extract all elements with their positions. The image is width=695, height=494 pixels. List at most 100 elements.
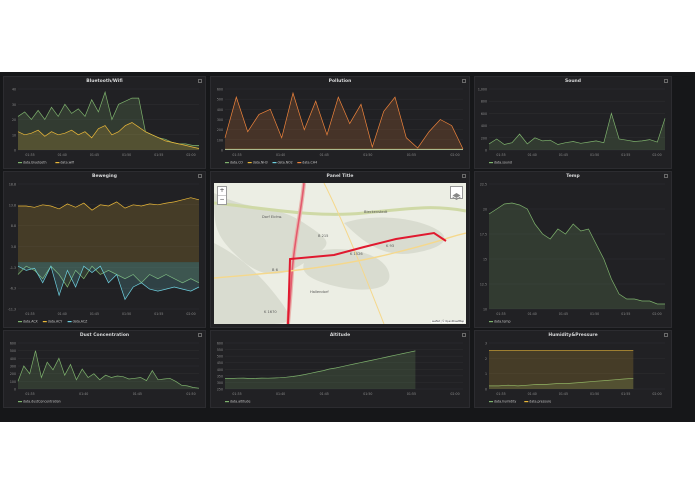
y-tick-label: 17.5 (480, 233, 487, 237)
legend-label: data.NO2 (278, 161, 293, 165)
y-tick-label: 2 (485, 357, 487, 361)
legend-label: data.dustConcentration (23, 400, 61, 404)
x-tick-label: 01:40 (276, 392, 285, 396)
map-place-label: Bleckenstedt (364, 210, 388, 214)
legend-swatch (18, 162, 22, 164)
y-tick-label: 500 (10, 349, 16, 353)
panel-menu-icon[interactable] (462, 174, 466, 178)
y-tick-label: 1 (485, 372, 487, 376)
x-tick-label: 01:50 (590, 392, 599, 396)
x-tick-label: 01:50 (186, 392, 195, 396)
x-tick-label: 01:55 (621, 392, 630, 396)
legend-swatch (247, 162, 252, 164)
x-tick-label: 01:50 (363, 392, 372, 396)
x-tick-label: 01:35 (232, 153, 241, 157)
y-tick-label: 3 (485, 342, 487, 346)
panel-pollution[interactable]: Pollution 600 500 400 300 200 100 0 01:35 01:40 0… (210, 76, 470, 169)
x-tick-label: 01:40 (528, 312, 537, 316)
map-view[interactable]: Dorf Eichw. B 215 K 1526 Bleckenstedt B 6 K 9… (214, 183, 466, 324)
x-tick-label: 01:55 (407, 153, 416, 157)
x-tick-label: 01:45 (559, 153, 568, 157)
y-tick-label: 100 (217, 138, 223, 142)
x-tick-label: 01:35 (496, 312, 505, 316)
chart-humidity-pressure: 3 2 1 0 01:35 01:40 01:45 01:50 01:55 02:00 data.h… (485, 342, 665, 404)
zoom-out-button[interactable]: − (218, 196, 226, 204)
y-tick-label: 10 (483, 308, 487, 312)
x-tick-label: 02:00 (186, 153, 195, 157)
y-tick-label: 13.8 (9, 203, 16, 207)
legend-label: data.sound (494, 161, 512, 165)
y-tick-label: 15 (483, 258, 487, 262)
y-tick-label: 22.5 (480, 183, 487, 187)
x-tick-label: 01:50 (590, 153, 599, 157)
series-area (489, 203, 665, 309)
x-tick-label: 02:00 (450, 153, 459, 157)
x-tick-label: 01:45 (133, 392, 142, 396)
map-canvas[interactable]: Dorf Eichw. B 215 K 1526 Bleckenstedt B 6 K 9… (214, 183, 466, 324)
x-tick-label: 01:55 (621, 312, 630, 316)
legend-swatch (42, 321, 47, 323)
legend-label: data.CO (230, 161, 243, 165)
x-tick-label: 01:45 (559, 312, 568, 316)
y-tick-label: 600 (217, 88, 223, 92)
zoom-in-button[interactable]: + (218, 187, 226, 196)
map-attribution[interactable]: Leaflet | © OpenStreetMap (430, 320, 465, 323)
y-tick-label: 450 (217, 361, 223, 365)
x-tick-label: 01:45 (320, 392, 329, 396)
x-tick-label: 01:55 (407, 392, 416, 396)
legend-swatch (18, 321, 22, 323)
panel-sound[interactable]: Sound 1,000 800 600 400 200 0 01:35 01:40 01:45 0… (474, 76, 672, 169)
panel-bluetooth-wifi[interactable]: Bluetooth/Wifi 40 30 20 10 0 01:35 01:40 01:45 0… (3, 76, 206, 169)
panel-humidity-pressure[interactable]: Humidity&Pressure 3 2 1 0 01:35 01:40 01:45 01:… (474, 330, 672, 408)
chart-bluetooth-wifi: 40 30 20 10 0 01:35 01:40 01:45 01:50 01:55 02:00 d… (12, 88, 200, 165)
x-tick-label: 02:00 (450, 392, 459, 396)
series-area (489, 350, 634, 389)
chart-altitude: 600 550 500 450 400 350 300 250 01:35 01:40 01:45 0… (217, 342, 463, 404)
layers-icon[interactable] (450, 186, 463, 200)
y-tick-label: 600 (10, 342, 16, 346)
panel-temp[interactable]: Temp 22.5 20 17.5 15 12.5 10 01:35 01:40 01:45 01… (474, 171, 672, 328)
y-tick-label: 400 (217, 368, 223, 372)
y-tick-label: 300 (217, 381, 223, 385)
y-tick-label: 500 (217, 355, 223, 359)
y-tick-label: -6.3 (10, 287, 16, 291)
panel-altitude[interactable]: Altitude 600 550 500 450 400 350 300 250 01:35 01… (210, 330, 470, 408)
chart-beweging: 18.8 13.8 8.8 3.8 -1.3 -6.3 -11.3 01:35 01:40 01:… (8, 183, 200, 324)
legend-swatch (225, 401, 229, 403)
y-tick-label: 0 (14, 388, 16, 392)
x-tick-label: 01:35 (496, 153, 505, 157)
map-place-label: Dorf Eichw. (262, 215, 282, 219)
x-tick-label: 02:00 (652, 392, 661, 396)
x-tick-label: 01:40 (276, 153, 285, 157)
x-tick-label: 01:55 (154, 312, 163, 316)
y-tick-label: 400 (10, 357, 16, 361)
y-tick-label: 0 (14, 149, 16, 153)
panel-title: Panel Title (326, 174, 354, 179)
panel-map[interactable]: Panel Title Dorf Eichw. B 215 K 1526 Blecke… (210, 171, 470, 328)
y-tick-label: 10 (12, 133, 16, 137)
panel-beweging[interactable]: Beweging 18.8 13.8 8.8 3.8 -1.3 -6.3 -11.3 01:3… (3, 171, 206, 328)
legend-label: data.ACZ (73, 320, 89, 324)
series-area (18, 350, 199, 389)
panel-dust-concentration[interactable]: Dust Concentration 600 500 400 300 200 100 0 01… (3, 330, 206, 408)
legend-swatch (272, 162, 277, 164)
y-tick-label: 40 (12, 88, 16, 92)
map-place-label: K 1526 (350, 252, 363, 256)
y-tick-label: 600 (481, 112, 487, 116)
y-tick-label: 0 (485, 149, 487, 153)
map-place-label: B 215 (318, 234, 328, 238)
map-place-label: K 1670 (264, 310, 277, 314)
x-tick-label: 01:45 (90, 312, 99, 316)
x-tick-label: 01:50 (122, 312, 131, 316)
x-tick-label: 02:00 (652, 153, 661, 157)
x-tick-label: 02:00 (186, 312, 195, 316)
x-tick-label: 01:35 (25, 392, 34, 396)
legend-label: data.NH3 (253, 161, 268, 165)
y-tick-label: 550 (217, 348, 223, 352)
series-area (489, 113, 665, 150)
legend-label: data.ACY (48, 320, 62, 324)
y-tick-label: 200 (217, 128, 223, 132)
x-tick-label: 01:50 (363, 153, 372, 157)
legend-swatch (297, 162, 302, 164)
y-tick-label: 1,000 (478, 88, 487, 92)
